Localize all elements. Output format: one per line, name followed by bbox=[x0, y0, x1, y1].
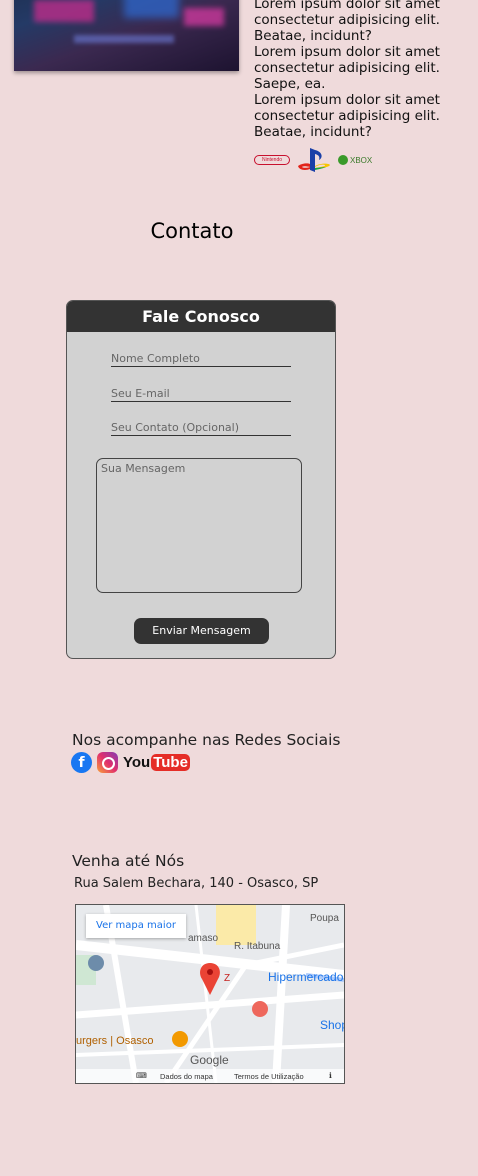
name-field[interactable]: Nome Completo bbox=[111, 352, 291, 367]
about-paragraph-2: Lorem ipsum dolor sit amet consectetur a… bbox=[254, 44, 440, 92]
address-text: Rua Salem Bechara, 140 - Osasco, SP bbox=[74, 876, 319, 891]
facebook-icon[interactable]: f bbox=[71, 751, 92, 773]
map-label-itabuna: R. Itabuna bbox=[234, 941, 281, 952]
terms-link[interactable]: Termos de Utilização bbox=[234, 1072, 304, 1081]
xbox-icon bbox=[338, 155, 348, 165]
brand-logos: Nintendo XBOX bbox=[254, 146, 372, 174]
bigger-map-link[interactable]: Ver mapa maior bbox=[86, 914, 186, 938]
youtube-you: You bbox=[123, 753, 151, 771]
xbox-label: XBOX bbox=[350, 155, 373, 165]
social-links: f You Tube bbox=[71, 751, 190, 773]
report-icon[interactable]: ℹ bbox=[329, 1071, 332, 1080]
map-label-hipermercado: Hipermercado bbox=[268, 970, 344, 984]
google-logo: Google bbox=[190, 1053, 229, 1067]
email-field[interactable]: Seu E-mail bbox=[111, 387, 291, 402]
youtube-tube: Tube bbox=[151, 753, 190, 771]
phone-field[interactable]: Seu Contato (Opcional) bbox=[111, 421, 291, 436]
contact-heading: Contato bbox=[150, 219, 234, 243]
map-label-marker: Z bbox=[224, 973, 231, 984]
map-footer: ⌨ Dados do mapa Termos de Utilização ℹ bbox=[76, 1069, 344, 1083]
playstation-logo bbox=[298, 148, 330, 172]
nintendo-logo: Nintendo bbox=[254, 155, 290, 165]
youtube-icon[interactable]: You Tube bbox=[123, 751, 190, 773]
form-title: Fale Conosco bbox=[67, 301, 335, 332]
social-heading: Nos acompanhe nas Redes Sociais bbox=[72, 731, 341, 749]
embedded-map[interactable]: Ver mapa maior Poupa amaso R. Itabuna Z … bbox=[75, 904, 345, 1084]
hero-photo bbox=[14, 0, 239, 71]
xbox-logo: XBOX bbox=[338, 155, 372, 165]
map-data-link[interactable]: Dados do mapa bbox=[160, 1072, 213, 1081]
message-textarea[interactable]: Sua Mensagem bbox=[96, 458, 302, 593]
keyboard-icon[interactable]: ⌨ bbox=[136, 1071, 147, 1080]
map-label-shop: Shop bbox=[320, 1018, 344, 1032]
map-label-burgers: urgers | Osasco bbox=[76, 1035, 154, 1047]
instagram-icon[interactable] bbox=[97, 751, 118, 773]
map-label-amaso: amaso bbox=[188, 933, 219, 944]
about-paragraph-1: Lorem ipsum dolor sit amet consectetur a… bbox=[254, 0, 440, 44]
send-message-button[interactable]: Enviar Mensagem bbox=[134, 618, 269, 644]
about-text: Lorem ipsum dolor sit amet consectetur a… bbox=[254, 0, 454, 140]
contact-form: Fale Conosco Nome Completo Seu E-mail Se… bbox=[66, 300, 336, 659]
location-heading: Venha até Nós bbox=[72, 852, 185, 870]
map-label-poupa: Poupa bbox=[310, 913, 339, 924]
about-paragraph-3: Lorem ipsum dolor sit amet consectetur a… bbox=[254, 92, 440, 140]
